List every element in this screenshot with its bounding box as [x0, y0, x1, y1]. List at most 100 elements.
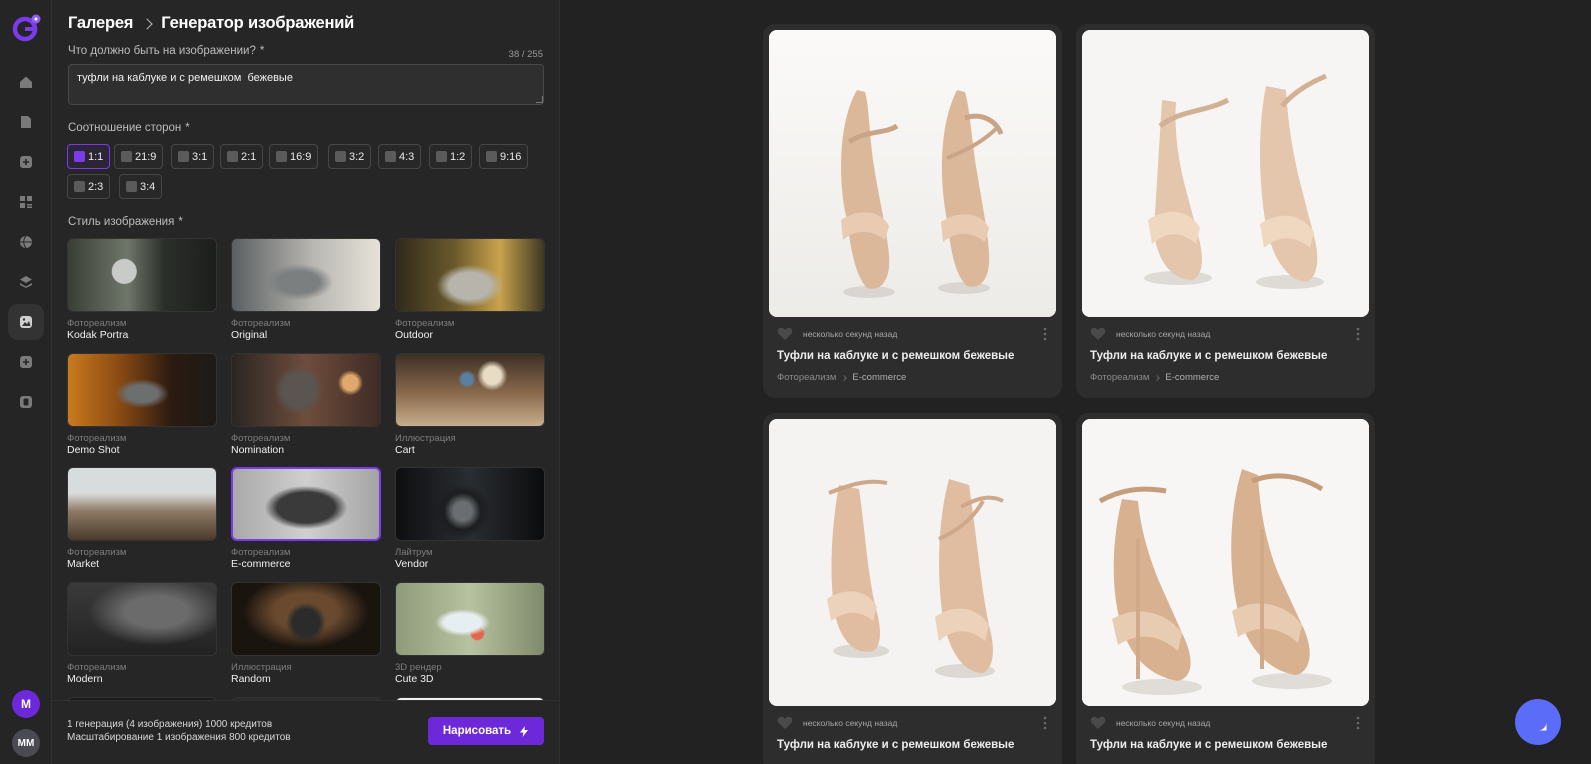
result-card[interactable]: несколько секунд назад Туфли на каблуке … [763, 24, 1062, 398]
style-thumbnail [67, 467, 217, 541]
result-card[interactable]: несколько секунд назад Туфли на каблуке … [1076, 24, 1375, 398]
nav-images[interactable] [8, 304, 44, 340]
ratio-option-2-3[interactable]: 2:3 [67, 174, 111, 199]
ratio-option-2-1[interactable]: 2:1 [220, 144, 264, 169]
prompt-label: Что должно быть на изображении? * [68, 45, 265, 57]
nav-home[interactable] [8, 64, 44, 100]
ratio-swatch-icon [436, 151, 447, 162]
workspace-avatar[interactable]: MM [12, 729, 40, 757]
chevron-right-icon [841, 374, 848, 381]
style-thumbnail-selected [231, 467, 381, 541]
ratio-option-21-9[interactable]: 21:9 [114, 144, 164, 169]
chevron-right-icon [1154, 374, 1161, 381]
basketball-icon [20, 235, 32, 249]
nav-storage[interactable] [8, 384, 44, 420]
heart-icon[interactable] [1090, 716, 1106, 730]
style-thumbnail [231, 582, 381, 656]
document-icon [21, 116, 31, 128]
ratio-swatch-icon [335, 151, 346, 162]
icon-sidebar: M MM [0, 0, 52, 764]
ratio-swatch-icon [126, 181, 137, 192]
home-icon [20, 76, 32, 88]
style-card[interactable]: Иллюстрация Cart [395, 353, 545, 456]
result-image[interactable] [769, 30, 1056, 317]
heart-icon[interactable] [777, 716, 793, 730]
resize-handle-icon[interactable] [536, 96, 543, 103]
logo-icon[interactable] [11, 13, 41, 43]
nav-apps[interactable] [8, 184, 44, 220]
generate-footer: 1 генерация (4 изображения) 1000 кредито… [52, 700, 559, 764]
nav-explore[interactable] [8, 224, 44, 260]
style-card[interactable]: Иллюстрация Random [231, 582, 381, 685]
ratio-option-3-2[interactable]: 3:2 [328, 144, 372, 169]
page-title: Генератор изображений [161, 14, 355, 32]
database-icon [20, 396, 32, 408]
app: M MM Галерея Генератор изображений Что д… [0, 0, 1591, 764]
chat-icon [1529, 713, 1547, 731]
result-image[interactable] [769, 419, 1056, 706]
ratio-swatch-icon [227, 151, 238, 162]
result-title: Туфли на каблуке и с ремешком бежевые [1090, 739, 1328, 751]
ratio-swatch-icon [74, 181, 85, 192]
more-icon[interactable] [1043, 716, 1047, 730]
style-card[interactable]: Лайтрум Vendor [395, 467, 545, 570]
result-title: Туфли на каблуке и с ремешком бежевые [1090, 350, 1328, 362]
style-thumbnail [395, 582, 545, 656]
style-card[interactable]: Фотореализм E-commerce [231, 467, 381, 570]
more-icon[interactable] [1356, 327, 1360, 341]
ratio-option-4-3[interactable]: 4:3 [378, 144, 422, 169]
nav-create[interactable] [8, 144, 44, 180]
result-image[interactable] [1082, 30, 1369, 317]
ratio-swatch-icon [178, 151, 189, 162]
breadcrumb-gallery-link[interactable]: Галерея [68, 14, 133, 33]
lightning-icon [520, 725, 529, 737]
heart-icon[interactable] [1090, 327, 1106, 341]
result-card[interactable]: несколько секунд назад Туфли на каблуке … [1076, 413, 1375, 764]
layers-icon [20, 276, 32, 288]
style-card[interactable]: Фотореализм Demo Shot [67, 353, 217, 456]
user-avatar[interactable]: M [12, 690, 40, 718]
ratio-swatch-icon [385, 151, 396, 162]
ratio-swatch-icon [121, 151, 132, 162]
ratio-option-9-16[interactable]: 9:16 [479, 144, 529, 169]
ratio-option-3-1[interactable]: 3:1 [171, 144, 215, 169]
generate-button[interactable]: Нарисовать [428, 717, 544, 745]
style-card[interactable]: Фотореализм Kodak Portra [67, 238, 217, 341]
image-icon [20, 316, 32, 328]
heart-icon[interactable] [777, 327, 793, 341]
ratio-option-1-2[interactable]: 1:2 [429, 144, 473, 169]
ratio-swatch-icon [276, 151, 287, 162]
more-icon[interactable] [1356, 716, 1360, 730]
puzzle-icon [20, 356, 32, 368]
ratio-option-3-4[interactable]: 3:4 [119, 174, 163, 199]
style-card[interactable]: Фотореализм Nomination [231, 353, 381, 456]
style-thumbnail [395, 238, 545, 312]
style-thumbnail [231, 238, 381, 312]
support-chat-button[interactable] [1515, 699, 1561, 745]
results-gallery: несколько секунд назад Туфли на каблуке … [560, 0, 1591, 764]
result-tags: Фотореализм E-commerce [777, 372, 907, 383]
nav-learn[interactable] [8, 264, 44, 300]
style-card[interactable]: Фотореализм Outdoor [395, 238, 545, 341]
style-thumbnail [67, 582, 217, 656]
style-card[interactable]: Фотореализм Market [67, 467, 217, 570]
prompt-input[interactable]: туфли на каблуке и с ремешком бежевые [68, 64, 544, 105]
ratio-swatch-icon [486, 151, 497, 162]
ratio-option-1-1[interactable]: 1:1 [67, 144, 111, 169]
more-icon[interactable] [1043, 327, 1047, 341]
nav-documents[interactable] [8, 104, 44, 140]
style-card[interactable]: 3D рендер Cute 3D [395, 582, 545, 685]
result-image[interactable] [1082, 419, 1369, 706]
nav-plugins[interactable] [8, 344, 44, 380]
generator-panel: Галерея Генератор изображений Что должно… [52, 0, 560, 764]
style-thumbnail [67, 238, 217, 312]
style-card[interactable]: Фотореализм Modern [67, 582, 217, 685]
cost-info: 1 генерация (4 изображения) 1000 кредито… [67, 719, 291, 743]
result-card[interactable]: несколько секунд назад Туфли на каблуке … [763, 413, 1062, 764]
ratio-option-16-9[interactable]: 16:9 [269, 144, 319, 169]
style-thumbnail [395, 353, 545, 427]
result-tags: Фотореализм E-commerce [1090, 372, 1220, 383]
breadcrumb: Галерея Генератор изображений [68, 14, 354, 33]
ratio-swatch-icon [74, 151, 85, 162]
style-card[interactable]: Фотореализм Original [231, 238, 381, 341]
